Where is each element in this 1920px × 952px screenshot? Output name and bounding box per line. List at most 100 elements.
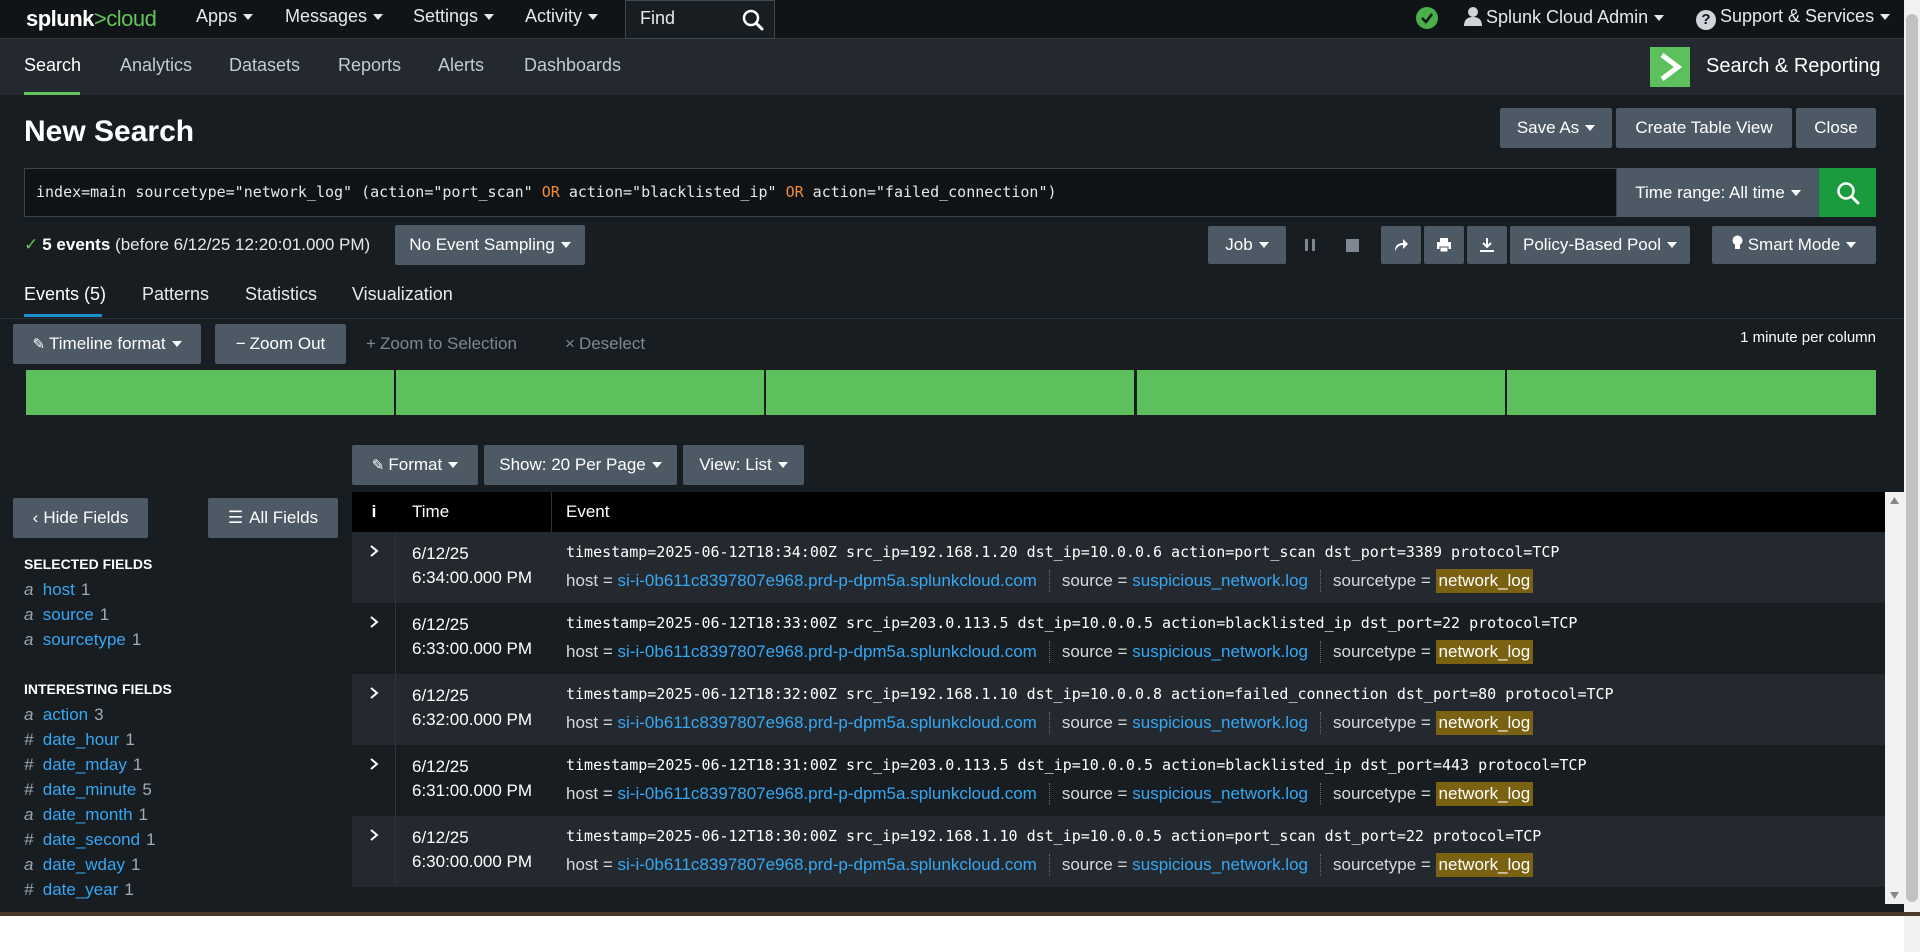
active-tab-indicator xyxy=(24,314,102,317)
apps-menu[interactable]: Apps xyxy=(196,6,254,27)
share-button[interactable] xyxy=(1381,226,1421,264)
tab-statistics[interactable]: Statistics xyxy=(245,284,317,305)
source-value[interactable]: suspicious_network.log xyxy=(1132,642,1308,662)
event-sampling-dropdown[interactable]: No Event Sampling xyxy=(395,225,585,265)
all-fields-button[interactable]: ☰ All Fields xyxy=(208,498,338,538)
tab-patterns[interactable]: Patterns xyxy=(142,284,209,305)
time-range-picker[interactable]: Time range: All time xyxy=(1617,168,1819,217)
event-timestamp: 6/12/25 6:33:00.000 PM xyxy=(412,615,533,658)
find-box[interactable]: Find xyxy=(625,0,775,39)
activity-menu[interactable]: Activity xyxy=(525,6,599,27)
field-date-second[interactable]: # date_second 1 xyxy=(24,830,156,850)
settings-menu[interactable]: Settings xyxy=(413,6,495,27)
save-as-button[interactable]: Save As xyxy=(1500,108,1612,148)
nav-tab-dashboards[interactable]: Dashboards xyxy=(524,55,621,76)
field-date-mday[interactable]: # date_mday 1 xyxy=(24,755,142,775)
view-dropdown[interactable]: View: List xyxy=(683,445,804,485)
field-date-month[interactable]: a date_month 1 xyxy=(24,805,148,825)
tab-events[interactable]: Events (5) xyxy=(24,284,106,305)
field-host[interactable]: a host 1 xyxy=(24,580,90,600)
field-date-hour[interactable]: # date_hour 1 xyxy=(24,730,135,750)
event-raw-text[interactable]: timestamp=2025-06-12T18:34:00Z src_ip=19… xyxy=(566,543,1559,561)
source-value[interactable]: suspicious_network.log xyxy=(1132,571,1308,591)
job-menu-button[interactable]: Job xyxy=(1208,226,1286,264)
field-date-year[interactable]: # date_year 1 xyxy=(24,880,134,900)
zoom-out-button[interactable]: − Zoom Out xyxy=(215,324,346,364)
health-status-icon[interactable] xyxy=(1416,7,1438,29)
stop-icon[interactable] xyxy=(1332,226,1372,264)
hide-fields-button[interactable]: ‹ Hide Fields xyxy=(13,498,148,538)
nav-tab-alerts[interactable]: Alerts xyxy=(438,55,484,76)
info-column-header: i xyxy=(371,502,377,521)
event-metadata: host = si-i-0b611c8397807e968.prd-p-dpm5… xyxy=(566,569,1534,593)
page-title: New Search xyxy=(24,115,195,148)
timeline-bar[interactable] xyxy=(1137,370,1505,415)
field-action[interactable]: a action 3 xyxy=(24,705,104,725)
print-button[interactable] xyxy=(1424,226,1464,264)
messages-menu[interactable]: Messages xyxy=(285,6,384,27)
sourcetype-value[interactable]: network_log xyxy=(1435,782,1534,806)
format-dropdown[interactable]: ✎ Format xyxy=(352,445,478,485)
field-date-wday[interactable]: a date_wday 1 xyxy=(24,855,140,875)
expand-row-button[interactable] xyxy=(352,603,396,674)
event-raw-text[interactable]: timestamp=2025-06-12T18:32:00Z src_ip=19… xyxy=(566,685,1614,703)
host-value[interactable]: si-i-0b611c8397807e968.prd-p-dpm5a.splun… xyxy=(618,855,1037,875)
sourcetype-value[interactable]: network_log xyxy=(1435,569,1534,593)
expand-row-button[interactable] xyxy=(352,745,396,816)
source-value[interactable]: suspicious_network.log xyxy=(1132,713,1308,733)
pause-icon[interactable] xyxy=(1290,226,1330,264)
timeline-chart[interactable] xyxy=(26,370,1876,415)
caret-down-icon xyxy=(484,14,495,21)
host-value[interactable]: si-i-0b611c8397807e968.prd-p-dpm5a.splun… xyxy=(618,642,1037,662)
per-page-dropdown[interactable]: Show: 20 Per Page xyxy=(484,445,677,485)
search-icon[interactable] xyxy=(742,9,764,36)
sourcetype-value[interactable]: network_log xyxy=(1435,711,1534,735)
deselect-button[interactable]: × Deselect xyxy=(565,324,645,364)
user-icon xyxy=(1464,6,1482,31)
create-table-view-button[interactable]: Create Table View xyxy=(1616,108,1792,148)
close-button[interactable]: Close xyxy=(1796,108,1876,148)
user-menu[interactable]: Splunk Cloud Admin xyxy=(1464,6,1665,31)
timeline-bar[interactable] xyxy=(1507,370,1876,415)
workload-pool-dropdown[interactable]: Policy-Based Pool xyxy=(1510,226,1690,264)
search-button[interactable] xyxy=(1819,168,1876,217)
event-raw-text[interactable]: timestamp=2025-06-12T18:31:00Z src_ip=20… xyxy=(566,756,1586,774)
splunk-cloud-logo[interactable]: splunk>cloud xyxy=(26,6,157,32)
timeline-bar[interactable] xyxy=(26,370,394,415)
timeline-format-dropdown[interactable]: ✎ Timeline format xyxy=(13,324,201,364)
event-raw-text[interactable]: timestamp=2025-06-12T18:33:00Z src_ip=20… xyxy=(566,614,1577,632)
page-scrollbar-thumb[interactable] xyxy=(1906,14,1918,902)
field-date-minute[interactable]: # date_minute 5 xyxy=(24,780,152,800)
expand-row-button[interactable] xyxy=(352,674,396,745)
search-query[interactable]: index=main sourcetype="network_log" (act… xyxy=(36,183,1057,201)
host-value[interactable]: si-i-0b611c8397807e968.prd-p-dpm5a.splun… xyxy=(618,713,1037,733)
support-menu[interactable]: ? Support & Services xyxy=(1696,6,1891,30)
field-sourcetype[interactable]: a sourcetype 1 xyxy=(24,630,141,650)
events-scrollbar[interactable] xyxy=(1885,492,1904,904)
source-value[interactable]: suspicious_network.log xyxy=(1132,855,1308,875)
search-input[interactable]: index=main sourcetype="network_log" (act… xyxy=(24,168,1617,217)
field-source[interactable]: a source 1 xyxy=(24,605,109,625)
export-button[interactable] xyxy=(1467,226,1507,264)
nav-tab-reports[interactable]: Reports xyxy=(338,55,401,76)
nav-tab-datasets[interactable]: Datasets xyxy=(229,55,300,76)
zoom-to-selection-button[interactable]: + Zoom to Selection xyxy=(366,324,517,364)
sourcetype-value[interactable]: network_log xyxy=(1435,640,1534,664)
tab-visualization[interactable]: Visualization xyxy=(352,284,453,305)
expand-row-button[interactable] xyxy=(352,816,396,887)
source-value[interactable]: suspicious_network.log xyxy=(1132,784,1308,804)
search-mode-dropdown[interactable]: Smart Mode xyxy=(1712,226,1876,264)
app-title[interactable]: Search & Reporting xyxy=(1706,55,1881,78)
host-value[interactable]: si-i-0b611c8397807e968.prd-p-dpm5a.splun… xyxy=(618,784,1037,804)
nav-tab-analytics[interactable]: Analytics xyxy=(120,55,192,76)
time-column-header[interactable]: Time xyxy=(412,492,449,532)
host-value[interactable]: si-i-0b611c8397807e968.prd-p-dpm5a.splun… xyxy=(618,571,1037,591)
expand-row-button[interactable] xyxy=(352,532,396,603)
sourcetype-value[interactable]: network_log xyxy=(1435,853,1534,877)
caret-down-icon xyxy=(1880,14,1891,21)
scroll-up-icon xyxy=(1890,497,1899,504)
event-raw-text[interactable]: timestamp=2025-06-12T18:30:00Z src_ip=19… xyxy=(566,827,1541,845)
nav-tab-search[interactable]: Search xyxy=(24,55,81,76)
timeline-bar[interactable] xyxy=(396,370,764,415)
timeline-bar[interactable] xyxy=(766,370,1134,415)
